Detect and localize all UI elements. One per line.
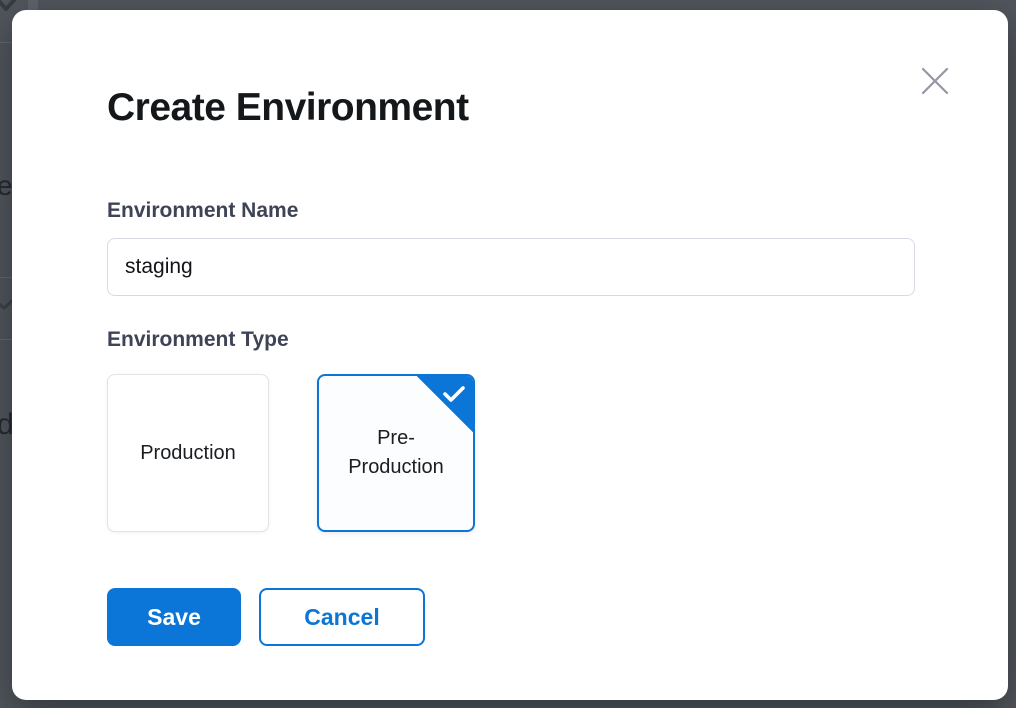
cancel-button[interactable]: Cancel (259, 588, 425, 646)
type-option-label: Production (140, 439, 236, 468)
create-environment-dialog: Create Environment Environment Name Envi… (12, 10, 1008, 700)
environment-name-input[interactable] (107, 238, 915, 296)
save-button[interactable]: Save (107, 588, 241, 646)
selected-check-badge (417, 376, 473, 432)
close-icon[interactable] (918, 64, 952, 98)
dialog-actions: Save Cancel (107, 588, 915, 646)
page-title: Create Environment (107, 84, 915, 132)
type-option-pre-production[interactable]: Pre-Production (317, 374, 475, 532)
environment-name-label: Environment Name (107, 199, 915, 223)
environment-type-label: Environment Type (107, 328, 915, 352)
type-option-label: Pre-Production (341, 424, 451, 482)
type-option-production[interactable]: Production (107, 374, 269, 532)
environment-type-options: Production Pre-Production (107, 374, 915, 532)
background-text-fragment: e (0, 170, 13, 202)
